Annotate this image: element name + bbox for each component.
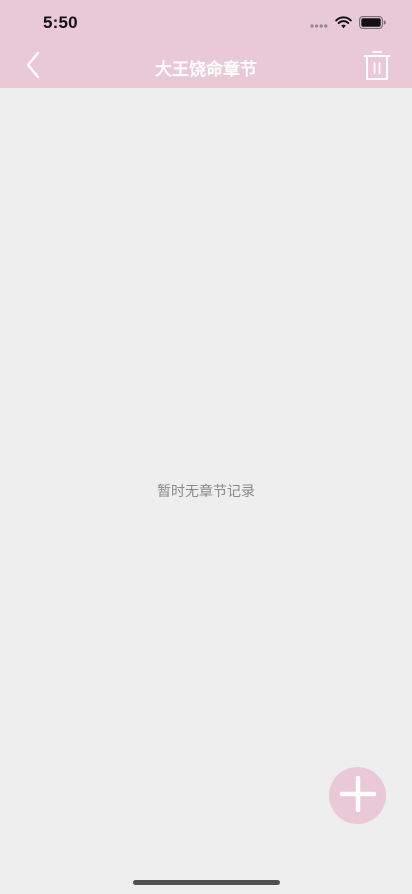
empty-state-message: 暂时无章节记录	[157, 484, 255, 500]
battery-icon	[359, 14, 386, 33]
plus-icon	[339, 775, 377, 817]
status-time: 5:50	[43, 13, 78, 32]
trash-icon	[363, 49, 391, 85]
delete-button[interactable]	[362, 49, 392, 85]
header: 5:50 大王饶命章节	[0, 0, 412, 88]
page-title: 大王饶命章节	[155, 60, 257, 80]
wifi-icon	[335, 14, 352, 33]
add-chapter-button[interactable]	[329, 767, 386, 824]
nav-bar: 大王饶命章节	[0, 46, 412, 88]
chevron-left-icon	[25, 51, 41, 83]
chapter-list-screen: 5:50 大王饶命章节 暂时无章节记录	[0, 0, 412, 894]
back-button[interactable]	[18, 50, 48, 84]
home-indicator	[133, 880, 280, 885]
status-icons	[310, 15, 386, 31]
signal-icon	[310, 14, 328, 33]
status-bar: 5:50	[0, 0, 412, 46]
